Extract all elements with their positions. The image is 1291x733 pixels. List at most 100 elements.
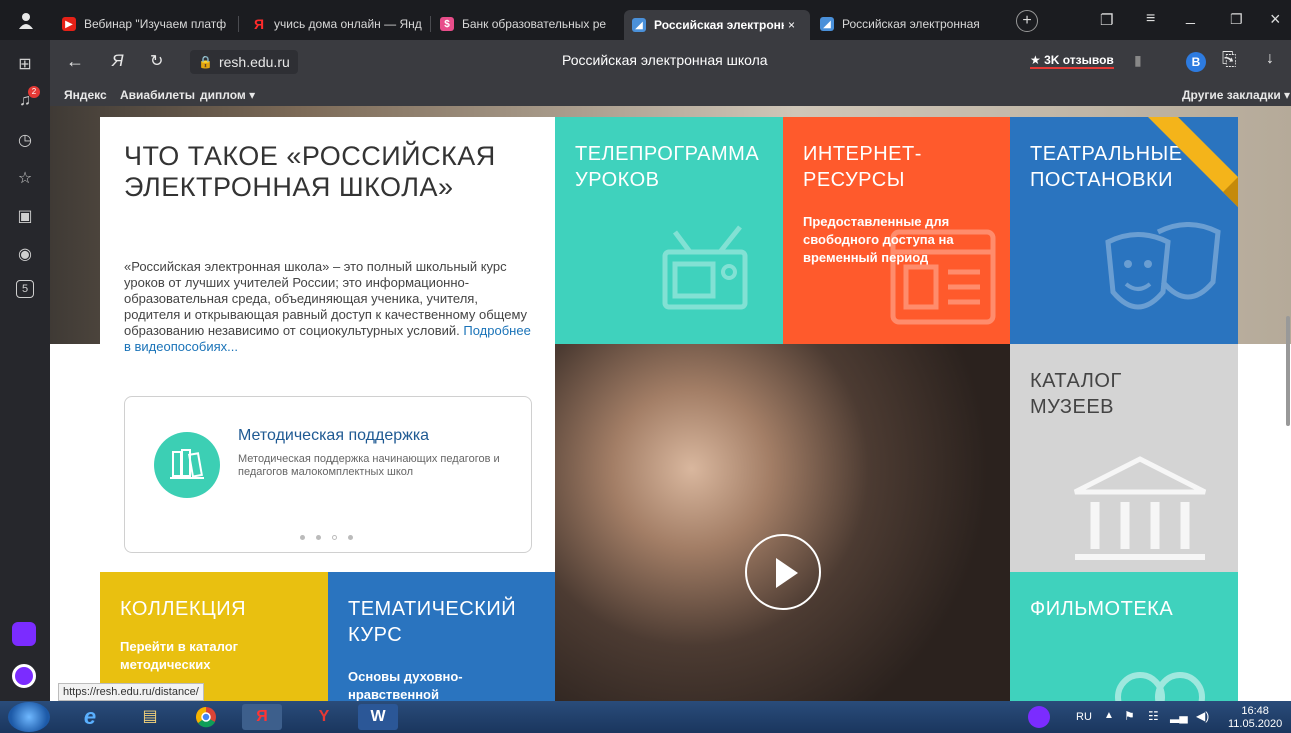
profile-icon[interactable]: [18, 12, 34, 30]
browser-window-icon: [890, 229, 996, 325]
tile-theatre[interactable]: ТЕАТРАЛЬНЫЕ ПОСТАНОВКИ: [1010, 117, 1238, 344]
carousel-dot-active[interactable]: [332, 535, 337, 540]
translate-icon[interactable]: ⎘: [1222, 49, 1236, 70]
word-icon[interactable]: W: [358, 704, 398, 730]
url-text: resh.edu.ru: [218, 54, 290, 70]
alice-small-icon[interactable]: [12, 622, 36, 646]
tile-museums[interactable]: КАТАЛОГ МУЗЕЕВ: [1010, 344, 1238, 572]
page-title: Российская электронная школа: [562, 52, 768, 68]
network-icon[interactable]: ☷: [1148, 709, 1159, 723]
yandex-y-icon[interactable]: Y: [304, 704, 344, 730]
tab-label: Вебинар "Изучаем платф: [84, 17, 227, 31]
restore-icon[interactable]: ❐: [1230, 11, 1243, 28]
method-card-desc: Методическая поддержка начинающих педаго…: [238, 453, 500, 478]
yandex-logo-icon[interactable]: Я: [112, 51, 124, 71]
tab-manager-icon[interactable]: ❐: [1100, 11, 1113, 29]
play-icon[interactable]: [745, 534, 821, 610]
alice-icon[interactable]: [12, 664, 36, 688]
flag-icon[interactable]: ⚑: [1124, 709, 1135, 723]
extension-b-icon[interactable]: B: [1186, 52, 1206, 72]
minimize-icon[interactable]: _: [1186, 8, 1195, 26]
tile-internet-resources[interactable]: ИНТЕРНЕТ-РЕСУРСЫ Предоставленные для сво…: [783, 117, 1010, 344]
close-tab-icon[interactable]: ×: [788, 18, 795, 32]
browser-sidebar: ⊞ ♫ 2 ◷ ☆ ▣ ◉ 5: [0, 40, 50, 701]
back-icon[interactable]: ←: [66, 51, 84, 72]
tv-icon: [662, 225, 748, 310]
five-app-icon[interactable]: 5: [16, 280, 34, 298]
apps-grid-icon[interactable]: ⊞: [14, 54, 36, 76]
method-support-card[interactable]: Методическая поддержка Методическая подд…: [124, 396, 532, 553]
tab-2[interactable]: Я учись дома онлайн — Янд: [252, 12, 424, 36]
volume-icon[interactable]: ◀): [1196, 709, 1209, 723]
address-bar: ← Я ↻ 🔒 resh.edu.ru Российская электронн…: [50, 40, 1291, 84]
tab-5[interactable]: ◢ Российская электронная: [820, 12, 1000, 36]
tab-1[interactable]: ▶ Вебинар "Изучаем платф: [62, 12, 232, 36]
resh-icon: ◢: [820, 17, 834, 31]
language-indicator[interactable]: RU: [1076, 711, 1092, 723]
tab-4-active[interactable]: ◢ Российская электронна ×: [624, 10, 810, 40]
tab-label: учись дома онлайн — Янд: [274, 17, 422, 31]
new-tab-icon[interactable]: +: [1016, 10, 1038, 32]
clock[interactable]: 16:48 11.05.2020: [1228, 705, 1282, 731]
other-bookmarks[interactable]: Другие закладки ▾: [1182, 88, 1290, 102]
bookmark-yandex[interactable]: Яндекс: [64, 88, 107, 102]
chrome-icon[interactable]: [186, 704, 226, 730]
books-icon: [154, 432, 220, 498]
tab-label: Российская электронна: [654, 18, 784, 32]
ie-icon[interactable]: e: [70, 704, 110, 730]
tile-subtitle: Перейти в каталог методических: [120, 639, 239, 672]
tile-title: ТЕМАТИЧЕСКИЙ КУРС: [348, 598, 517, 646]
star-icon[interactable]: ☆: [14, 168, 36, 190]
tab-label: Российская электронная: [842, 17, 980, 31]
notification-badge: 2: [28, 86, 40, 98]
tile-title: КОЛЛЕКЦИЯ: [120, 598, 247, 620]
tile-title: ТЕЛЕПРОГРАММА УРОКОВ: [575, 143, 760, 191]
carousel-dot[interactable]: [316, 535, 321, 540]
alice-tray-icon[interactable]: [1028, 706, 1050, 728]
carousel-dot[interactable]: [348, 535, 353, 540]
bookmark-flag-icon[interactable]: ▮: [1134, 52, 1142, 69]
explorer-icon[interactable]: ▤: [130, 704, 170, 730]
url-field[interactable]: 🔒 resh.edu.ru: [190, 50, 298, 74]
clock-date: 11.05.2020: [1228, 718, 1283, 730]
tab-3[interactable]: $ Банк образовательных ре: [440, 12, 620, 36]
status-url: https://resh.edu.ru/distance/: [58, 683, 204, 701]
tab-separator: [430, 16, 431, 32]
collections-icon[interactable]: ▣: [14, 206, 36, 228]
tile-collection[interactable]: КОЛЛЕКЦИЯ Перейти в каталог методических: [100, 572, 328, 701]
download-icon[interactable]: ↓: [1266, 50, 1274, 68]
yandex-icon: Я: [253, 16, 265, 32]
tile-title: ИНТЕРНЕТ-РЕСУРСЫ: [803, 143, 922, 191]
menu-icon[interactable]: ≡: [1146, 10, 1155, 28]
bell-icon[interactable]: ♫ 2: [14, 86, 40, 112]
tile-tv-program[interactable]: ТЕЛЕПРОГРАММА УРОКОВ: [555, 117, 783, 344]
page-scrollbar[interactable]: [1286, 316, 1290, 426]
bookmark-aviabilety[interactable]: Авиабилеты: [120, 88, 195, 102]
bookmark-diplom[interactable]: диплом ▾: [200, 88, 255, 102]
bank-icon: $: [440, 17, 454, 31]
youtube-icon: ▶: [62, 17, 76, 31]
tile-filmoteka[interactable]: ФИЛЬМОТЕКА: [1010, 572, 1238, 701]
tile-thematic-course[interactable]: ТЕМАТИЧЕСКИЙ КУРС Основы духовно-нравств…: [328, 572, 555, 701]
tab-label: Банк образовательных ре: [462, 17, 607, 31]
reload-icon[interactable]: ↻: [150, 51, 163, 71]
tray-arrow-icon[interactable]: ▲: [1104, 710, 1114, 721]
carousel-dot[interactable]: [300, 535, 305, 540]
tile-title: ФИЛЬМОТЕКА: [1030, 598, 1174, 620]
ribbon-icon: [1148, 117, 1238, 207]
media-play-icon[interactable]: ◉: [14, 244, 36, 266]
museum-icon: [1073, 456, 1207, 560]
signal-icon[interactable]: ▂▄: [1170, 709, 1188, 723]
history-icon[interactable]: ◷: [14, 130, 36, 152]
clock-time: 16:48: [1241, 705, 1269, 717]
yandex-browser-icon[interactable]: Я: [242, 704, 282, 730]
close-window-icon[interactable]: ×: [1270, 9, 1281, 30]
tile-title: КАТАЛОГ МУЗЕЕВ: [1030, 370, 1122, 418]
reviews-link[interactable]: ★ 3K отзывов: [1030, 53, 1114, 69]
start-button[interactable]: [8, 702, 50, 732]
theatre-masks-icon: [1105, 222, 1221, 310]
page-content: ЧТО ТАКОЕ «РОССИЙСКАЯ ЭЛЕКТРОННАЯ ШКОЛА»…: [50, 106, 1291, 701]
film-reel-icon: [1115, 672, 1205, 701]
tab-separator: [238, 16, 239, 32]
method-card-title: Методическая поддержка: [238, 427, 430, 444]
